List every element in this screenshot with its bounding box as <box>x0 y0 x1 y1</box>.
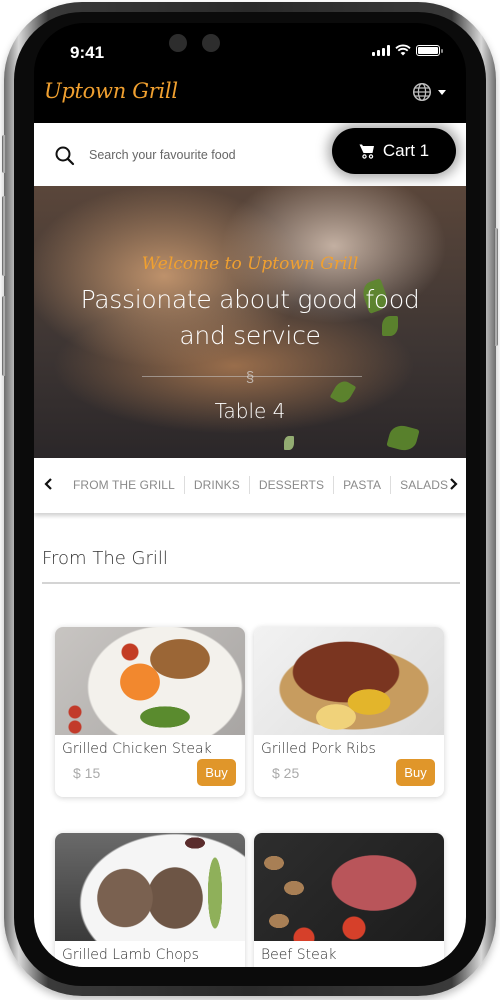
globe-icon[interactable] <box>412 82 432 102</box>
product-name: Grilled Chicken Steak <box>62 741 212 757</box>
product-image <box>254 627 444 735</box>
product-card[interactable]: Grilled Chicken Steak $ 15 Buy <box>55 627 245 797</box>
section-divider <box>42 582 460 584</box>
cart-label: Cart 1 <box>382 141 430 160</box>
product-name: Grilled Lamb Chops <box>62 947 199 963</box>
product-footer <box>55 963 245 967</box>
silent-switch <box>2 135 6 173</box>
category-tab-from-the-grill[interactable]: FROM THE GRILL <box>64 476 185 494</box>
product-name: Beef Steak <box>261 947 337 963</box>
category-tab-pasta[interactable]: PASTA <box>334 476 392 494</box>
product-card[interactable]: Grilled Pork Ribs $ 25 Buy <box>254 627 444 797</box>
product-name: Grilled Pork Ribs <box>261 741 376 757</box>
cart-button[interactable]: Cart 1 <box>332 128 456 174</box>
cart-icon <box>359 144 374 159</box>
signal-icon <box>372 44 390 56</box>
product-image <box>254 833 444 941</box>
volume-up-button <box>2 196 6 276</box>
buy-button[interactable]: Buy <box>396 759 435 786</box>
status-bar: 9:41 <box>34 23 466 73</box>
section-title: From The Grill <box>42 548 168 569</box>
status-icons <box>372 44 443 56</box>
battery-icon <box>416 44 443 56</box>
wifi-icon <box>395 44 411 56</box>
camera-dot-right <box>202 34 220 52</box>
volume-down-button <box>2 296 6 376</box>
chevron-right-icon[interactable] <box>446 477 460 491</box>
category-nav: FROM THE GRILL DRINKS DESSERTS PASTA SAL… <box>34 458 466 513</box>
category-list: FROM THE GRILL DRINKS DESSERTS PASTA SAL… <box>64 476 457 494</box>
power-button <box>494 228 498 346</box>
search-input[interactable] <box>89 143 309 167</box>
category-tab-drinks[interactable]: DRINKS <box>185 476 250 494</box>
category-tab-desserts[interactable]: DESSERTS <box>250 476 335 494</box>
product-price: $ 15 <box>73 765 101 781</box>
table-number: Table 4 <box>214 399 286 423</box>
search-icon[interactable] <box>54 145 76 167</box>
product-image <box>55 833 245 941</box>
status-time: 9:41 <box>70 43 105 62</box>
phone-screen: 9:41 Uptown Grill Search your favourite … <box>34 23 466 967</box>
product-card[interactable]: Beef Steak <box>254 833 444 967</box>
hero-content: Welcome to Uptown Grill Passionate about… <box>34 186 466 458</box>
app-header: Uptown Grill <box>34 73 466 123</box>
search-bar: Cart 1 <box>34 123 466 186</box>
product-image <box>55 627 245 735</box>
brand-logo[interactable]: Uptown Grill <box>44 79 178 103</box>
product-card[interactable]: Grilled Lamb Chops <box>55 833 245 967</box>
hero-welcome: Welcome to Uptown Grill <box>141 254 359 274</box>
hero-banner: Welcome to Uptown Grill Passionate about… <box>34 186 466 458</box>
camera-dot-left <box>169 34 187 52</box>
product-price: $ 25 <box>272 765 300 781</box>
product-footer: $ 15 Buy <box>55 757 245 797</box>
buy-button[interactable]: Buy <box>197 759 236 786</box>
caret-down-icon[interactable] <box>438 90 446 95</box>
menu-content: From The Grill Grilled Chicken Steak $ 1… <box>34 513 466 967</box>
hero-title: Passionate about good food and service <box>80 285 420 350</box>
hero-divider-mark: § <box>245 369 255 386</box>
chevron-left-icon[interactable] <box>42 477 56 491</box>
product-footer: $ 25 Buy <box>254 757 444 797</box>
product-footer <box>254 963 444 967</box>
